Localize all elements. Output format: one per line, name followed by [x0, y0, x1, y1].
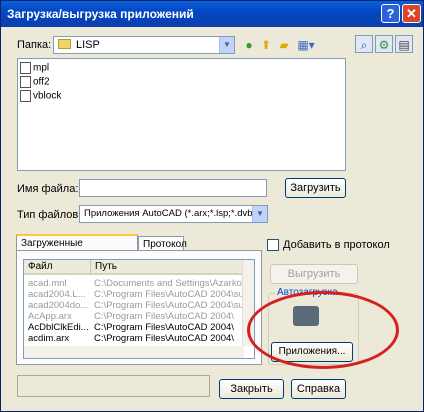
new-folder-icon[interactable]: ▰	[275, 36, 293, 54]
filename-input[interactable]	[79, 179, 267, 197]
folder-icon	[58, 39, 71, 49]
file-list[interactable]: mpl off2 vblock	[17, 58, 346, 171]
find-file-icon[interactable]: ⚙	[375, 35, 393, 53]
table-row[interactable]: acad2004.L... C:\Program Files\AutoCAD 20…	[24, 289, 244, 300]
chevron-down-icon[interactable]: ▼	[252, 206, 267, 222]
table-row[interactable]: AcApp.arx C:\Program Files\AutoCAD 2004\	[24, 311, 244, 322]
file-icon	[20, 90, 31, 102]
add-to-history-label: Добавить в протокол	[283, 239, 390, 251]
column-header-file[interactable]: Файл	[24, 260, 91, 275]
title-bar: Загрузка/выгрузка приложений	[1, 1, 423, 27]
load-button[interactable]: Загрузить	[285, 178, 346, 198]
close-window-button[interactable]: ✕	[402, 4, 421, 23]
chevron-down-icon[interactable]: ▼	[219, 37, 234, 53]
status-field	[17, 375, 210, 397]
search-icon[interactable]: ⌕	[355, 35, 373, 53]
loaded-apps-table[interactable]: Файл Путь acad.mnl C:\Documents and Setti…	[23, 259, 255, 359]
back-icon[interactable]: ●	[240, 36, 258, 54]
tab-history[interactable]: Протокол	[138, 236, 187, 251]
tab-panel: Файл Путь acad.mnl C:\Documents and Setti…	[16, 250, 262, 365]
lookin-combo[interactable]: LISP ▼	[53, 36, 235, 54]
up-folder-icon[interactable]: ⬆	[257, 36, 275, 54]
list-item[interactable]: mpl	[20, 62, 49, 76]
views-icon[interactable]: ▦▾	[293, 36, 319, 54]
filetype-label: Тип файлов:	[17, 209, 82, 221]
dialog-window: Загрузка/выгрузка приложений ? ✕ Папка: …	[0, 0, 424, 412]
list-item[interactable]: vblock	[20, 90, 61, 104]
help-button[interactable]: ?	[381, 4, 400, 23]
lookin-value: LISP	[76, 39, 100, 51]
filename-label: Имя файла:	[17, 183, 79, 195]
tools-icon[interactable]: ▤	[395, 35, 413, 53]
help-dialog-button[interactable]: Справка	[291, 379, 346, 399]
filetype-combo[interactable]: Приложения AutoCAD (*.arx;*.lsp;*.dvb;*.…	[79, 205, 268, 223]
add-to-history-checkbox[interactable]	[267, 239, 279, 251]
filetype-value: Приложения AutoCAD (*.arx;*.lsp;*.dvb;*.…	[84, 208, 268, 219]
close-button[interactable]: Закрыть	[219, 379, 284, 399]
tab-loaded-apps[interactable]: Загруженные приложения	[16, 234, 138, 260]
unload-button[interactable]: Выгрузить	[270, 264, 358, 284]
file-icon	[20, 62, 31, 74]
horizontal-scrollbar[interactable]	[24, 346, 244, 358]
lookin-label: Папка:	[17, 39, 52, 51]
file-icon	[20, 76, 31, 88]
annotation-circle	[247, 291, 399, 369]
window-title: Загрузка/выгрузка приложений	[7, 7, 194, 21]
table-row[interactable]: acad2004do... C:\Program Files\AutoCAD 20…	[24, 300, 244, 311]
list-item[interactable]: off2	[20, 76, 50, 90]
table-row[interactable]: acdim.arx C:\Program Files\AutoCAD 2004\	[24, 333, 244, 344]
column-header-path[interactable]: Путь	[91, 260, 254, 275]
table-row[interactable]: AcDblClkEdi... C:\Program Files\AutoCAD 2…	[24, 322, 244, 333]
table-row[interactable]: acad.mnl C:\Documents and Settings\Azarko…	[24, 278, 244, 289]
